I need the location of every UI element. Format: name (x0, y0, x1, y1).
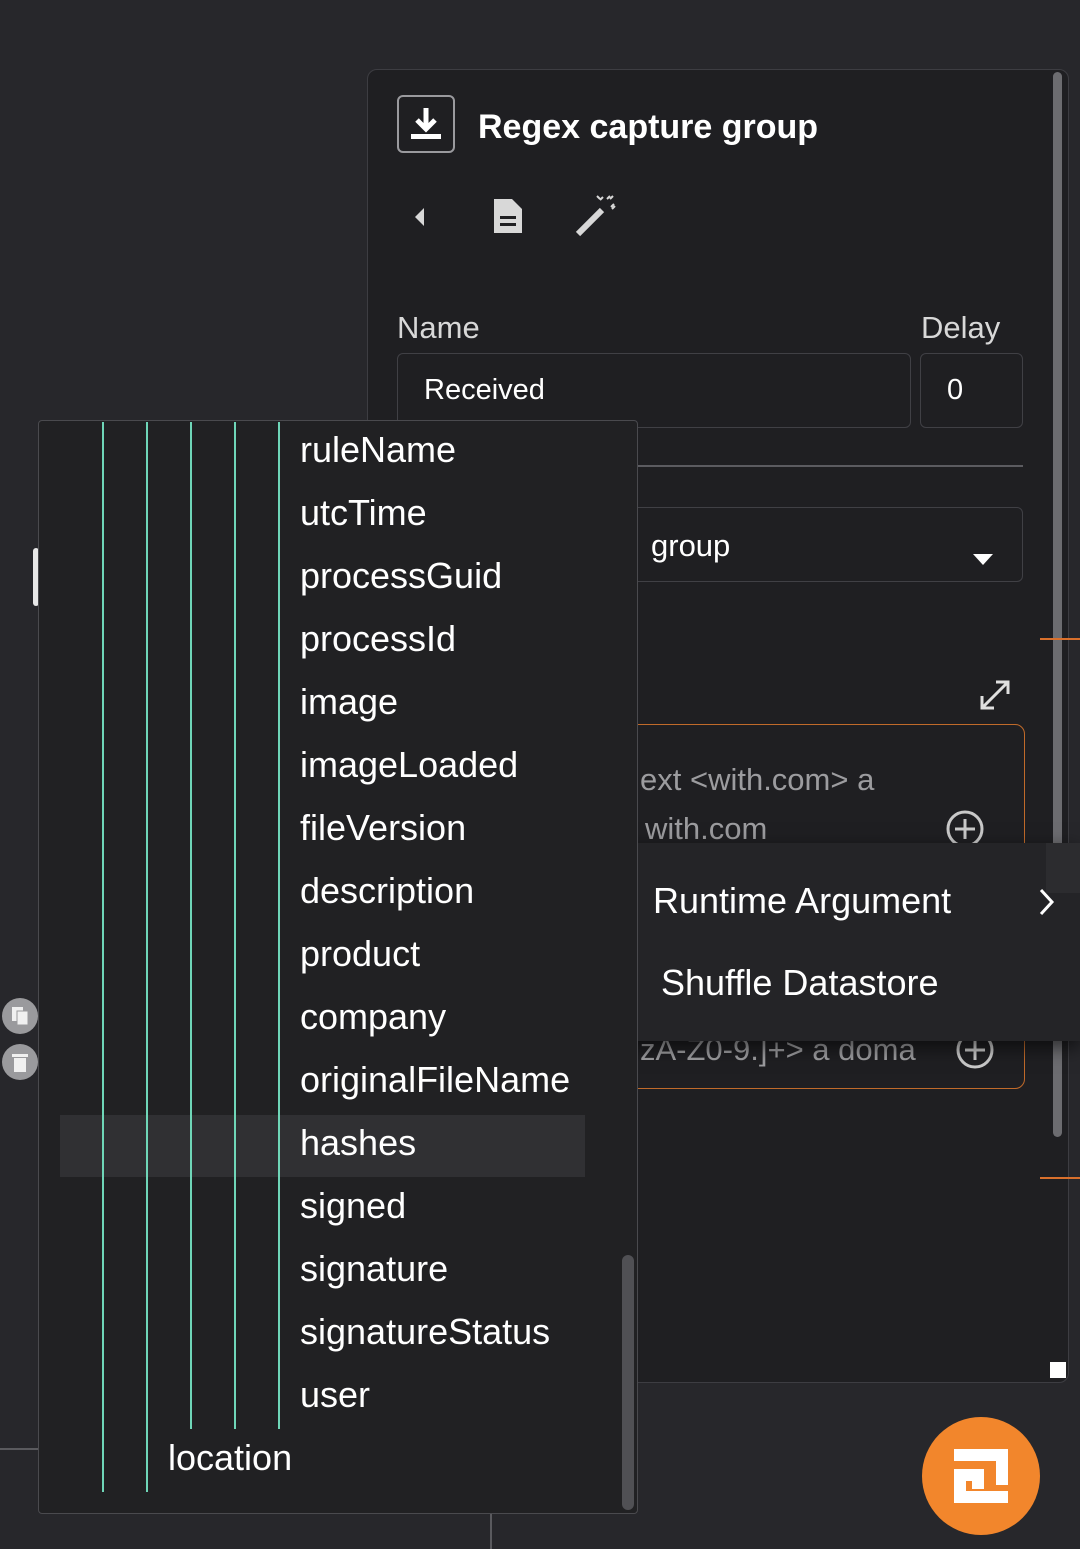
magic-wand-icon[interactable] (572, 194, 618, 240)
name-field[interactable]: Received (397, 353, 911, 428)
list-item[interactable]: signature (300, 1247, 448, 1291)
list-item[interactable]: product (300, 932, 420, 976)
collapse-left-icon[interactable] (404, 200, 434, 234)
list-item[interactable]: fileVersion (300, 806, 466, 850)
list-item[interactable]: utcTime (300, 491, 427, 535)
document-icon[interactable] (488, 194, 528, 238)
list-item[interactable]: originalFileName (300, 1058, 570, 1102)
list-item[interactable]: processId (300, 617, 456, 661)
list-item[interactable]: processGuid (300, 554, 502, 598)
list-item[interactable]: imageLoaded (300, 743, 518, 787)
trash-icon[interactable] (2, 1044, 38, 1080)
list-item[interactable]: image (300, 680, 398, 724)
tree-guide-line (146, 422, 148, 1492)
delay-field[interactable]: 0 (920, 353, 1023, 428)
list-item[interactable]: company (300, 995, 446, 1039)
edge-line (1040, 638, 1080, 640)
tree-guide-line (234, 422, 236, 1429)
copy-icon[interactable] (2, 998, 38, 1034)
list-item[interactable]: location (168, 1436, 292, 1480)
canvas-line (0, 1448, 40, 1450)
tree-guide-line (102, 422, 104, 1492)
context-menu (600, 843, 1080, 1041)
download-icon (397, 95, 455, 153)
name-label: Name (397, 310, 480, 345)
list-item[interactable]: signatureStatus (300, 1310, 550, 1354)
param-example-text: ext <with.com> a (640, 762, 875, 797)
tree-guide-line (278, 422, 280, 1429)
canvas-line (490, 1510, 492, 1549)
chevron-right-icon (1036, 886, 1058, 918)
panel-scrollbar[interactable] (1051, 72, 1065, 1377)
action-select[interactable]: group (600, 507, 1023, 582)
edge-line (1040, 1177, 1080, 1179)
action-select-value: group (651, 528, 731, 563)
param-example-text: with.com (645, 811, 768, 846)
menu-item-runtime-argument[interactable]: Runtime Argument (653, 880, 951, 922)
resize-handle-icon[interactable] (1050, 1362, 1066, 1378)
list-item[interactable]: user (300, 1373, 370, 1417)
list-item[interactable]: signed (300, 1184, 406, 1228)
dropdown-scrollbar[interactable] (622, 1255, 634, 1510)
chevron-down-icon (973, 538, 993, 574)
shuffle-logo-button[interactable] (922, 1417, 1040, 1535)
expand-icon[interactable] (978, 678, 1012, 712)
list-item[interactable]: description (300, 869, 474, 913)
shuffle-logo-icon (954, 1449, 1008, 1503)
list-item[interactable]: hashes (300, 1121, 416, 1165)
divider (636, 465, 1023, 467)
panel-title: Regex capture group (478, 108, 819, 146)
tree-guide-line (190, 422, 192, 1429)
list-item[interactable]: ruleName (300, 428, 456, 472)
menu-item-shuffle-datastore[interactable]: Shuffle Datastore (661, 962, 939, 1004)
delay-label: Delay (921, 310, 1001, 345)
